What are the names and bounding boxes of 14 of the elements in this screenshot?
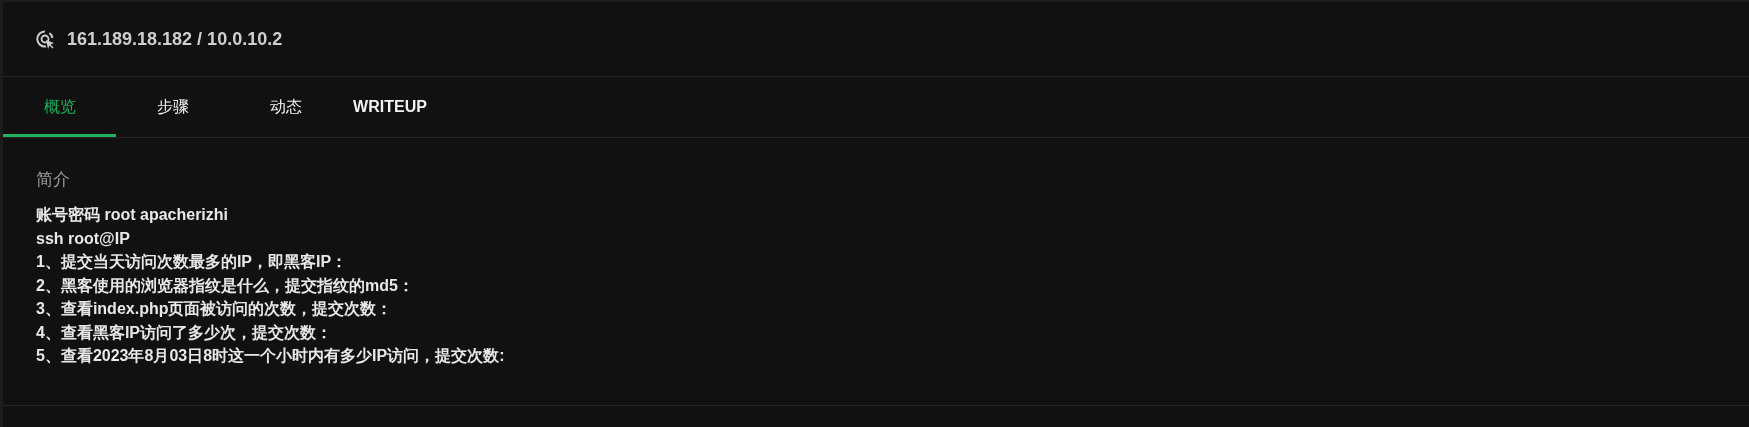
tab[interactable]: WRITEUP	[342, 80, 438, 137]
target-cursor-icon	[35, 29, 55, 49]
description-line: 账号密码 root apacherizhi	[36, 205, 230, 225]
description-line: 2、黑客使用的浏览器指纹是什么，提交指纹的md5：	[36, 275, 415, 296]
tab[interactable]: 概览	[3, 80, 116, 137]
tab[interactable]: 动态	[229, 80, 342, 137]
description-line: ssh root@IP	[36, 228, 131, 249]
description-line: 4、查看黑客IP访问了多少次，提交次数：	[36, 322, 333, 343]
description-line: 5、查看2023年8月03日8时这一个小时内有多少IP访问，提交次数:	[36, 346, 506, 366]
description-line: 1、提交当天访问次数最多的IP，即黑客IP：	[36, 252, 349, 272]
description-line: 3、查看index.php页面被访问的次数，提交次数：	[36, 299, 394, 319]
section-heading: 简介	[36, 169, 71, 191]
page-title: 161.189.18.182 / 10.0.10.2	[67, 28, 283, 50]
tab[interactable]: 步骤	[116, 80, 229, 137]
